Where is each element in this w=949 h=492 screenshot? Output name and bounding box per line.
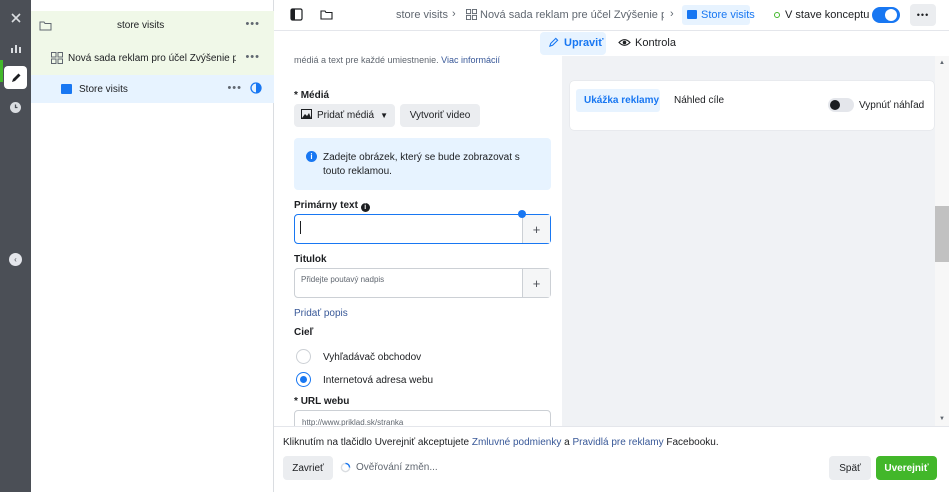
preview-panel: Ukážka reklamy Náhled cíle Vypnúť náhľad (562, 56, 935, 426)
eye-icon (618, 37, 631, 51)
radio-website-url[interactable] (296, 372, 311, 387)
tree-item-label: Store visits (79, 84, 128, 95)
status-toggle[interactable] (872, 7, 900, 23)
more-options-button[interactable]: ••• (910, 4, 936, 26)
caret-down-icon: ▼ (380, 111, 389, 120)
tree-item-ad[interactable]: Store visits ••• (31, 75, 274, 103)
plus-icon[interactable]: + (522, 215, 550, 243)
tab-review[interactable]: Kontrola (635, 37, 676, 49)
scroll-up-icon[interactable]: ▲ (939, 60, 945, 66)
collapse-chevron-icon[interactable]: ‹ (9, 253, 22, 266)
grid-icon (466, 8, 477, 23)
headline-label: Titulok (294, 254, 327, 265)
breadcrumb-ad[interactable]: Store visits (682, 5, 755, 25)
image-icon (300, 109, 312, 122)
destination-label: Cieľ (294, 327, 314, 338)
breadcrumb-campaign[interactable]: store visits (396, 9, 448, 21)
add-description-link[interactable]: Pridať popis (294, 308, 348, 319)
folder-icon (39, 20, 52, 34)
text-cursor (300, 221, 301, 234)
chevron-right-icon: › (452, 8, 456, 20)
tab-edit[interactable]: Upraviť (540, 32, 606, 55)
info-icon: i (360, 203, 370, 212)
headline-input[interactable]: Přidejte poutavý nadpis + (294, 268, 551, 298)
scrollbar[interactable]: ▲ ▼ (935, 56, 949, 426)
back-button[interactable]: Späť (829, 456, 871, 480)
more-icon[interactable]: ••• (227, 82, 242, 94)
more-icon[interactable]: ••• (245, 18, 260, 30)
more-icon[interactable]: ••• (245, 51, 260, 63)
radio-store-locator-label: Vyhľadávač obchodov (323, 352, 422, 363)
campaign-tree: store visits ••• Nová sada reklam pro úč… (31, 0, 274, 492)
tree-item-label: Nová sada reklam pro účel Zvýšenie p... (68, 53, 236, 64)
headline-placeholder: Přidejte poutavý nadpis (301, 275, 385, 284)
left-rail: ‹ (0, 0, 31, 492)
media-label: * Médiá (294, 90, 330, 101)
info-icon: i (306, 151, 317, 162)
breadcrumb-ad-label: Store visits (701, 9, 755, 21)
tab-bar: Upraviť Kontrola (274, 31, 949, 56)
chart-icon[interactable] (4, 36, 27, 59)
tab-ad-preview[interactable]: Ukážka reklamy (576, 89, 660, 112)
ad-form: médiá a text pre každé umiestnenie. Viac… (274, 56, 562, 426)
close-icon[interactable] (4, 6, 27, 29)
url-label: * URL webu (294, 396, 350, 407)
create-video-button[interactable]: Vytvoriť video (400, 104, 480, 127)
sidebar-toggle-icon[interactable] (290, 8, 303, 24)
spinner-icon (340, 462, 351, 476)
grid-icon (51, 52, 63, 67)
tab-destination-preview[interactable]: Náhled cíle (674, 95, 724, 106)
tree-item-campaign[interactable]: store visits ••• (31, 11, 274, 41)
ad-icon (687, 10, 697, 19)
top-bar: store visits › Nová sada reklam pre účel… (274, 0, 949, 31)
half-circle-icon (250, 82, 262, 97)
info-box: i Zadejte obrázek, který se bude zobrazo… (294, 138, 551, 190)
primary-text-label: Primárny text i (294, 200, 370, 212)
url-placeholder: http://www.priklad.sk/stranka (302, 418, 404, 426)
radio-store-locator[interactable] (296, 349, 311, 364)
folder-icon[interactable] (320, 9, 333, 23)
pencil-icon (548, 37, 559, 51)
scrollbar-thumb[interactable] (935, 206, 949, 262)
focus-dot (518, 210, 526, 218)
close-button[interactable]: Zavrieť (283, 456, 333, 480)
breadcrumb-adset[interactable]: Nová sada reklam pre účel Zvýšenie poved… (480, 9, 664, 21)
footer: Kliknutím na tlačidlo Uverejniť akceptuj… (274, 426, 949, 492)
tab-ad-preview-label: Ukážka reklamy (584, 95, 660, 106)
cutoff-text: médiá a text pre každé umiestnenie. Viac… (294, 56, 500, 65)
status-label: V stave konceptu (785, 9, 870, 21)
radio-website-url-label: Internetová adresa webu (323, 375, 434, 386)
verifying-status: Ověřování změn... (356, 462, 438, 473)
learn-more-link[interactable]: Viac informácií (441, 56, 500, 65)
chevron-right-icon: › (670, 8, 674, 20)
primary-text-input[interactable]: + (294, 210, 551, 244)
preview-toggle[interactable] (828, 98, 854, 112)
tab-edit-label: Upraviť (564, 37, 604, 49)
ad-icon (61, 84, 72, 94)
preview-toggle-label: Vypnúť náhľad (859, 100, 925, 111)
scroll-down-icon[interactable]: ▼ (939, 416, 945, 422)
tree-item-adset[interactable]: Nová sada reklam pro účel Zvýšenie p... … (31, 41, 274, 75)
plus-icon[interactable]: + (522, 269, 550, 297)
clock-icon[interactable] (4, 96, 27, 119)
terms-text: Kliknutím na tlačidlo Uverejniť akceptuj… (283, 437, 719, 448)
tree-item-label: store visits (117, 20, 165, 31)
add-media-button[interactable]: Pridať médiá ▼ (294, 104, 395, 127)
terms-link[interactable]: Zmluvné podmienky (472, 437, 561, 448)
preview-card: Ukážka reklamy Náhled cíle Vypnúť náhľad (570, 81, 934, 130)
ad-policies-link[interactable]: Pravidlá pre reklamy (572, 437, 663, 448)
website-url-input[interactable]: http://www.priklad.sk/stranka (294, 410, 551, 426)
status-dot-icon (774, 12, 780, 18)
publish-button[interactable]: Uverejniť (876, 456, 937, 480)
pencil-icon[interactable] (4, 66, 27, 89)
info-text: Zadejte obrázek, který se bude zobrazova… (323, 152, 520, 177)
active-indicator (0, 60, 3, 82)
